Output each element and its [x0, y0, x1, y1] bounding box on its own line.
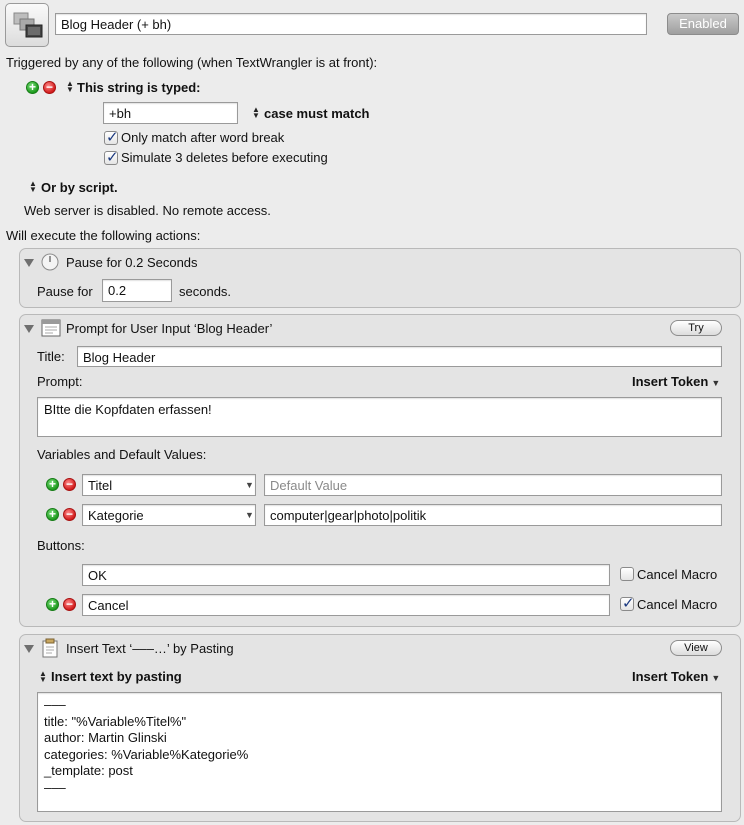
try-button[interactable]: Try: [670, 320, 722, 336]
script-trigger-label[interactable]: Or by script.: [41, 180, 118, 196]
insert-text-insert-token-menu[interactable]: Insert Token ▼: [632, 669, 720, 684]
buttons-label: Buttons:: [37, 538, 85, 553]
cancel-macro-checkbox[interactable]: [620, 567, 634, 581]
add-variable-icon[interactable]: +: [46, 478, 59, 491]
case-option-updown-icon[interactable]: ▲ ▼: [252, 106, 260, 120]
insert-mode-select[interactable]: Insert text by pasting: [51, 669, 182, 685]
pause-for-label: Pause for: [37, 284, 93, 299]
view-button[interactable]: View: [670, 640, 722, 656]
prompt-text-area[interactable]: BItte die Kopfdaten erfassen!: [37, 397, 722, 437]
insert-text-collapse-triangle[interactable]: [24, 645, 34, 653]
clock-icon: [41, 253, 59, 271]
pause-title: Pause for 0.2 Seconds: [66, 255, 198, 270]
pause-unit-label: seconds.: [179, 284, 232, 299]
button-name-input[interactable]: OK: [82, 564, 610, 586]
insert-text-title: Insert Text ‘–––…’ by Pasting: [66, 641, 234, 656]
script-trigger-updown-icon[interactable]: ▲ ▼: [29, 180, 37, 194]
pause-collapse-triangle[interactable]: [24, 259, 34, 267]
trigger-intro: Triggered by any of the following (when …: [6, 55, 378, 70]
cancel-macro-label: Cancel Macro: [637, 567, 718, 582]
pause-seconds-input[interactable]: 0.2: [102, 279, 172, 302]
insert-text-area[interactable]: ––– title: "%Variable%Titel%" author: Ma…: [37, 692, 722, 812]
case-option-select[interactable]: case must match: [264, 106, 370, 122]
variable-default-input[interactable]: computer|gear|photo|politik: [264, 504, 722, 526]
prompt-label: Prompt:: [37, 374, 83, 389]
remove-variable-icon[interactable]: −: [63, 478, 76, 491]
variable-default-input[interactable]: Default Value: [264, 474, 722, 496]
insert-mode-updown-icon[interactable]: ▲ ▼: [39, 670, 47, 684]
cancel-macro-checkbox[interactable]: [620, 594, 635, 612]
prompt-title: Prompt for User Input ‘Blog Header’: [66, 321, 273, 336]
simulate-deletes-label: Simulate 3 deletes before executing: [121, 150, 328, 165]
prompt-title-label: Title:: [37, 349, 65, 364]
cancel-macro-label: Cancel Macro: [637, 597, 718, 612]
word-break-checkbox[interactable]: [104, 128, 119, 146]
remove-variable-icon[interactable]: −: [63, 508, 76, 521]
remove-button-icon[interactable]: −: [63, 598, 76, 611]
add-trigger-icon[interactable]: +: [26, 81, 39, 94]
combo-arrow-icon[interactable]: ▼: [245, 510, 254, 520]
window-icon: [41, 319, 61, 337]
enabled-button[interactable]: Enabled: [667, 13, 739, 35]
clipboard-icon: [42, 638, 58, 658]
trigger-type-updown-icon[interactable]: ▲ ▼: [66, 80, 74, 94]
actions-intro: Will execute the following actions:: [6, 228, 201, 243]
word-break-label: Only match after word break: [121, 130, 285, 145]
add-variable-icon[interactable]: +: [46, 508, 59, 521]
trigger-string-input[interactable]: +bh: [103, 102, 238, 124]
prompt-insert-token-menu[interactable]: Insert Token ▼: [632, 374, 720, 389]
remove-trigger-icon[interactable]: −: [43, 81, 56, 94]
add-button-icon[interactable]: +: [46, 598, 59, 611]
variable-name-combo[interactable]: Titel: [82, 474, 256, 496]
prompt-collapse-triangle[interactable]: [24, 325, 34, 333]
prompt-title-input[interactable]: Blog Header: [77, 346, 722, 367]
variable-name-combo[interactable]: Kategorie: [82, 504, 256, 526]
button-name-input[interactable]: Cancel: [82, 594, 610, 616]
variables-label: Variables and Default Values:: [37, 447, 207, 462]
macro-icon[interactable]: [5, 3, 49, 47]
string-trigger-label[interactable]: This string is typed:: [77, 80, 201, 96]
macro-name-field[interactable]: Blog Header (+ bh): [55, 13, 647, 35]
web-server-status: Web server is disabled. No remote access…: [24, 203, 271, 218]
combo-arrow-icon[interactable]: ▼: [245, 480, 254, 490]
simulate-deletes-checkbox[interactable]: [104, 148, 119, 166]
